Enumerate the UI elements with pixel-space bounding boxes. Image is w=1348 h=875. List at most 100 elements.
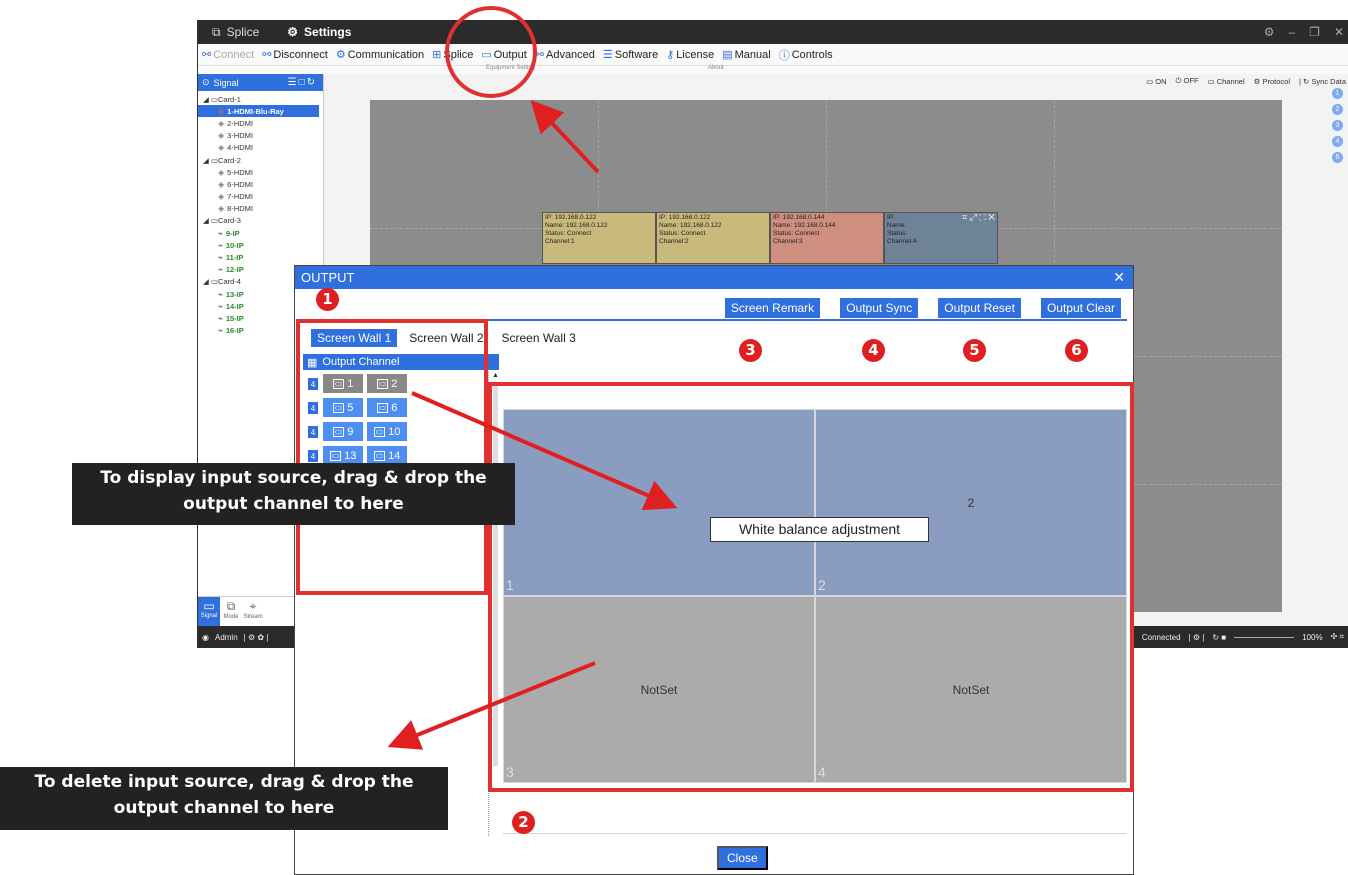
tab-mode[interactable]: ⧉ Mode [220,597,242,626]
tree-label: 11-IP [225,253,244,263]
toolbar-protocol[interactable]: ⚙ Protocol [1254,77,1290,86]
tab-settings[interactable]: ⚙ Settings [273,20,365,44]
ip-camera-icon: ⌁ [218,301,223,311]
tree-item[interactable]: ◈ 1-HDMI-Blu-Ray [198,105,319,118]
close-icon[interactable]: ✕ [1334,25,1344,39]
menu-connect[interactable]: ⚯ Connect [202,48,254,62]
tree-item[interactable]: ⌁ 11-IP [198,251,323,263]
output-reset-button[interactable]: Output Reset [938,298,1021,318]
window-info-line: Status: Connect [659,230,706,237]
scene-number[interactable]: 1 [1332,88,1343,99]
screen-remark-button[interactable]: Screen Remark [724,298,821,318]
scroll-up-icon[interactable]: ▲ [492,372,499,379]
close-icon[interactable]: ✕ [1113,269,1125,286]
tree-item[interactable]: ⌁ 10-IP [198,239,323,251]
tree-card[interactable]: ◢ ▭ Card-3 [198,215,323,227]
signal-window[interactable]: IP: Name: Status: Channel:4 ⌗ ⤢ ⛶ ✕ [884,212,998,264]
ip-camera-icon: ⌁ [218,326,223,336]
close-button[interactable]: Close [717,846,768,870]
tree-label: 6-HDMI [227,179,253,189]
tree-label: 2-HDMI [227,118,253,128]
menu-license[interactable]: ⚷ License [666,48,714,62]
minimize-icon[interactable]: – [1288,25,1295,39]
settings-icon[interactable]: ⚙ [1264,25,1275,39]
step-badge: 5 [963,339,986,362]
tree-item[interactable]: ◈ 7-HDMI [198,191,323,203]
window-info-line: Name: 192.168.0.122 [659,222,722,229]
highlight-circle [445,6,537,98]
toolbar-off[interactable]: ⏻ OFF [1176,76,1199,86]
menu-software[interactable]: ☰ Software [603,48,658,62]
highlight-box-wall [488,382,1134,792]
card-icon: ◢ ▭ [203,216,218,226]
tree-label: 10-IP [225,240,244,250]
card-icon: ◢ ▭ [203,277,218,287]
scene-number[interactable]: 4 [1332,136,1343,147]
tree-item[interactable]: ◈ 3-HDMI [198,130,323,142]
tree-item[interactable]: ◈ 2-HDMI [198,117,323,129]
zoom-slider[interactable] [1234,636,1295,638]
tab-signal[interactable]: ▭ Signal [198,597,220,626]
tree-item[interactable]: ◈ 4-HDMI [198,142,323,154]
menu-controls[interactable]: ⓘ Controls [779,47,833,63]
scene-number[interactable]: 2 [1332,104,1343,115]
scene-number[interactable]: 3 [1332,120,1343,131]
signal-panel-header: ⊙ Signal ☰□↻ [198,74,323,91]
hdmi-icon: ◈ [218,118,225,128]
title-bar: ⧉ Splice ⚙ Settings ⚙ – ❐ ✕ [198,20,1348,44]
splice-icon: ⧉ [212,24,221,39]
zoom-level: 100% [1302,632,1323,642]
toolbar-channel[interactable]: ▭ Channel [1208,77,1245,86]
menu-disconnect[interactable]: ⚯ Disconnect [262,48,328,62]
hdmi-icon: ◈ [218,131,225,141]
tree-label: 15-IP [225,313,244,323]
signal-window[interactable]: IP: 192.168.0.122 Name: 192.168.0.122 Stat… [656,212,770,264]
menu-group-labels: Equipment Setting About [198,65,1348,74]
toolbar-sync-data[interactable]: | ↻ Sync Data [1299,77,1346,86]
toolbar-on[interactable]: ▭ ON [1146,77,1166,86]
tree-card[interactable]: ◢ ▭ Card-1 [198,93,323,105]
menu-advanced[interactable]: ⚯ Advanced [535,48,595,62]
unlink-icon: ⚯ [262,49,272,61]
step-badge: 3 [739,339,762,362]
menu-manual[interactable]: ▤ Manual [722,48,770,62]
restore-icon[interactable]: ❐ [1309,25,1320,39]
tree-label: Card-2 [217,155,241,165]
card-icon: ◢ ▭ [203,94,218,104]
window-info-line: Status: Connect [545,230,592,237]
callout-line: To delete input source, drag & drop the [34,772,414,792]
gear-icon: ⚙ [335,49,346,61]
callout-line: To display input source, drag & drop the [100,468,487,488]
ip-camera-icon: ⌁ [218,253,223,263]
panel-tools-icon[interactable]: ☰□↻ [288,77,317,88]
tab-screen-wall-3[interactable]: Screen Wall 3 [496,329,582,347]
tree-item[interactable]: ⌁ 9-IP [198,227,323,239]
tree-item[interactable]: ◈ 8-HDMI [198,203,323,215]
tab-stream[interactable]: ⌖ Stream [242,597,264,626]
book-icon: ▤ [722,49,733,61]
window-info-line: Name: 192.168.0.122 [545,222,608,229]
window-info-line: IP: 192.168.0.144 [773,214,825,221]
window-info-line: Channel:4 [887,238,917,245]
output-clear-button[interactable]: Output Clear [1040,298,1121,318]
settings-icon[interactable]: | ⚙ ✿ | [244,633,269,642]
tab-splice[interactable]: ⧉ Splice [198,20,273,44]
ip-camera-icon: ⌁ [218,289,223,299]
tree-item[interactable]: ◈ 6-HDMI [198,178,323,190]
window-tools-icon[interactable]: ⌗ ⤢ ⛶ ✕ [962,213,995,222]
scene-number[interactable]: 5 [1332,152,1343,163]
gear-icon[interactable]: | ⚙ | [1189,633,1205,642]
signal-window[interactable]: IP: 192.168.0.122 Name: 192.168.0.122 Stat… [542,212,656,264]
refresh-icon[interactable]: ↻ ■ [1212,633,1226,642]
output-sync-button[interactable]: Output Sync [840,298,919,318]
callout-display: To display input source, drag & drop the… [72,463,515,525]
signal-window[interactable]: IP: 192.168.0.144 Name: 192.168.0.144 Stat… [770,212,884,264]
window-info-line: Status: Connect [773,230,820,237]
hdmi-icon: ◈ [218,204,225,214]
menu-communication[interactable]: ⚙ Communication [335,48,424,62]
tree-item[interactable]: ◈ 5-HDMI [198,166,323,178]
tree-card[interactable]: ◢ ▭ Card-2 [198,154,323,166]
fit-icon[interactable]: ✣ ⌗ [1331,632,1344,642]
hdmi-icon: ◈ [218,167,225,177]
step-badge: 1 [316,288,339,311]
